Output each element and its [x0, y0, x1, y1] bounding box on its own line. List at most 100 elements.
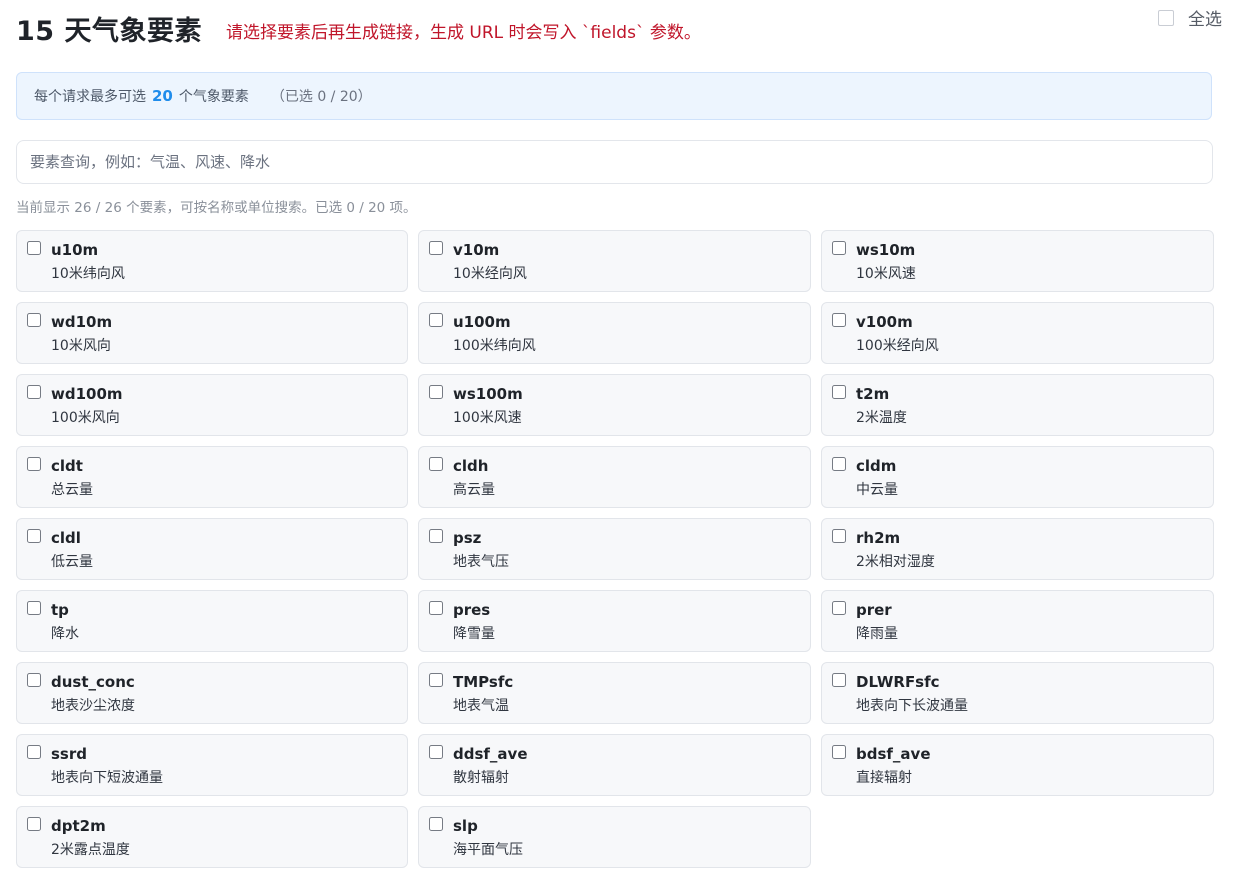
- element-description: 直接辐射: [856, 770, 912, 786]
- element-code: wd10m: [51, 313, 113, 331]
- element-checkbox[interactable]: [27, 817, 41, 831]
- element-checkbox[interactable]: [27, 673, 41, 687]
- element-checkbox[interactable]: [27, 457, 41, 471]
- element-code: v100m: [856, 313, 913, 331]
- element-code: cldt: [51, 457, 83, 475]
- element-code: wd100m: [51, 385, 123, 403]
- element-card-pres[interactable]: pres 降雪量: [418, 590, 811, 652]
- element-checkbox[interactable]: [429, 457, 443, 471]
- element-code: t2m: [856, 385, 890, 403]
- element-card-t2m[interactable]: t2m 2米温度: [821, 374, 1214, 436]
- element-code: DLWRFsfc: [856, 673, 940, 691]
- page: 15 天气象要素 请选择要素后再生成链接，生成 URL 时会写入 `fields…: [0, 0, 1243, 890]
- element-checkbox[interactable]: [429, 385, 443, 399]
- element-code: psz: [453, 529, 482, 547]
- element-card-cldm[interactable]: cldm 中云量: [821, 446, 1214, 508]
- element-code: slp: [453, 817, 478, 835]
- element-code: dust_conc: [51, 673, 135, 691]
- element-code: pres: [453, 601, 491, 619]
- element-code: cldm: [856, 457, 897, 475]
- element-card-psz[interactable]: psz 地表气压: [418, 518, 811, 580]
- element-card-rh2m[interactable]: rh2m 2米相对湿度: [821, 518, 1214, 580]
- element-description: 降水: [51, 626, 79, 642]
- element-description: 10米纬向风: [51, 266, 125, 282]
- element-description: 10米经向风: [453, 266, 527, 282]
- element-card-dpt2m[interactable]: dpt2m 2米露点温度: [16, 806, 408, 868]
- element-checkbox[interactable]: [832, 313, 846, 327]
- display-stats: 当前显示 26 / 26 个要素，可按名称或单位搜索。已选 0 / 20 项。: [16, 200, 417, 216]
- element-checkbox[interactable]: [429, 313, 443, 327]
- select-all-checkbox[interactable]: [1158, 9, 1174, 26]
- element-checkbox[interactable]: [429, 817, 443, 831]
- element-code: ws10m: [856, 241, 916, 259]
- element-card-u10m[interactable]: u10m 10米纬向风: [16, 230, 408, 292]
- element-description: 地表向下短波通量: [51, 770, 163, 786]
- element-checkbox[interactable]: [832, 385, 846, 399]
- element-checkbox[interactable]: [429, 529, 443, 543]
- element-checkbox[interactable]: [27, 601, 41, 615]
- element-card-ws100m[interactable]: ws100m 100米风速: [418, 374, 811, 436]
- element-code: ddsf_ave: [453, 745, 528, 763]
- element-code: ws100m: [453, 385, 523, 403]
- element-search-input[interactable]: [16, 140, 1213, 184]
- element-code: u100m: [453, 313, 511, 331]
- element-checkbox[interactable]: [429, 601, 443, 615]
- element-code: prer: [856, 601, 892, 619]
- element-card-u100m[interactable]: u100m 100米纬向风: [418, 302, 811, 364]
- element-card-wd10m[interactable]: wd10m 10米风向: [16, 302, 408, 364]
- element-card-bdsf_ave[interactable]: bdsf_ave 直接辐射: [821, 734, 1214, 796]
- element-card-dust_conc[interactable]: dust_conc 地表沙尘浓度: [16, 662, 408, 724]
- element-checkbox[interactable]: [832, 241, 846, 255]
- element-description: 地表气温: [453, 698, 509, 714]
- element-checkbox[interactable]: [429, 241, 443, 255]
- element-checkbox[interactable]: [27, 529, 41, 543]
- element-description: 散射辐射: [453, 770, 509, 786]
- limit-suffix: 个气象要素: [178, 89, 249, 105]
- element-checkbox[interactable]: [429, 745, 443, 759]
- select-all-toggle[interactable]: 全选: [1158, 5, 1222, 30]
- element-card-ddsf_ave[interactable]: ddsf_ave 散射辐射: [418, 734, 811, 796]
- element-checkbox[interactable]: [27, 385, 41, 399]
- selected-count: （已选 0 / 20）: [270, 89, 372, 105]
- element-code: bdsf_ave: [856, 745, 931, 763]
- element-description: 降雨量: [856, 626, 898, 642]
- element-code: dpt2m: [51, 817, 106, 835]
- element-card-wd100m[interactable]: wd100m 100米风向: [16, 374, 408, 436]
- element-code: cldh: [453, 457, 489, 475]
- element-card-TMPsfc[interactable]: TMPsfc 地表气温: [418, 662, 811, 724]
- element-card-ws10m[interactable]: ws10m 10米风速: [821, 230, 1214, 292]
- element-card-cldh[interactable]: cldh 高云量: [418, 446, 811, 508]
- element-description: 总云量: [51, 482, 93, 498]
- element-checkbox[interactable]: [27, 241, 41, 255]
- element-card-slp[interactable]: slp 海平面气压: [418, 806, 811, 868]
- element-checkbox[interactable]: [832, 457, 846, 471]
- element-description: 2米温度: [856, 410, 907, 426]
- element-card-DLWRFsfc[interactable]: DLWRFsfc 地表向下长波通量: [821, 662, 1214, 724]
- element-checkbox[interactable]: [832, 529, 846, 543]
- element-description: 100米经向风: [856, 338, 939, 354]
- element-grid: u10m 10米纬向风 v10m 10米经向风 ws10m 10米风速 wd10m 10米风向…: [16, 230, 1214, 868]
- element-code: u10m: [51, 241, 99, 259]
- element-card-v100m[interactable]: v100m 100米经向风: [821, 302, 1214, 364]
- element-checkbox[interactable]: [832, 745, 846, 759]
- element-description: 地表气压: [453, 554, 509, 570]
- element-card-v10m[interactable]: v10m 10米经向风: [418, 230, 811, 292]
- element-description: 100米风速: [453, 410, 522, 426]
- element-checkbox[interactable]: [832, 673, 846, 687]
- element-checkbox[interactable]: [429, 673, 443, 687]
- element-code: ssrd: [51, 745, 87, 763]
- element-card-cldt[interactable]: cldt 总云量: [16, 446, 408, 508]
- element-description: 2米相对湿度: [856, 554, 935, 570]
- element-description: 10米风速: [856, 266, 916, 282]
- element-description: 100米风向: [51, 410, 120, 426]
- element-card-tp[interactable]: tp 降水: [16, 590, 408, 652]
- element-card-prer[interactable]: prer 降雨量: [821, 590, 1214, 652]
- element-card-ssrd[interactable]: ssrd 地表向下短波通量: [16, 734, 408, 796]
- element-description: 高云量: [453, 482, 495, 498]
- element-checkbox[interactable]: [832, 601, 846, 615]
- element-code: TMPsfc: [453, 673, 514, 691]
- element-card-cldl[interactable]: cldl 低云量: [16, 518, 408, 580]
- element-checkbox[interactable]: [27, 745, 41, 759]
- element-checkbox[interactable]: [27, 313, 41, 327]
- limit-count: 20: [152, 87, 173, 105]
